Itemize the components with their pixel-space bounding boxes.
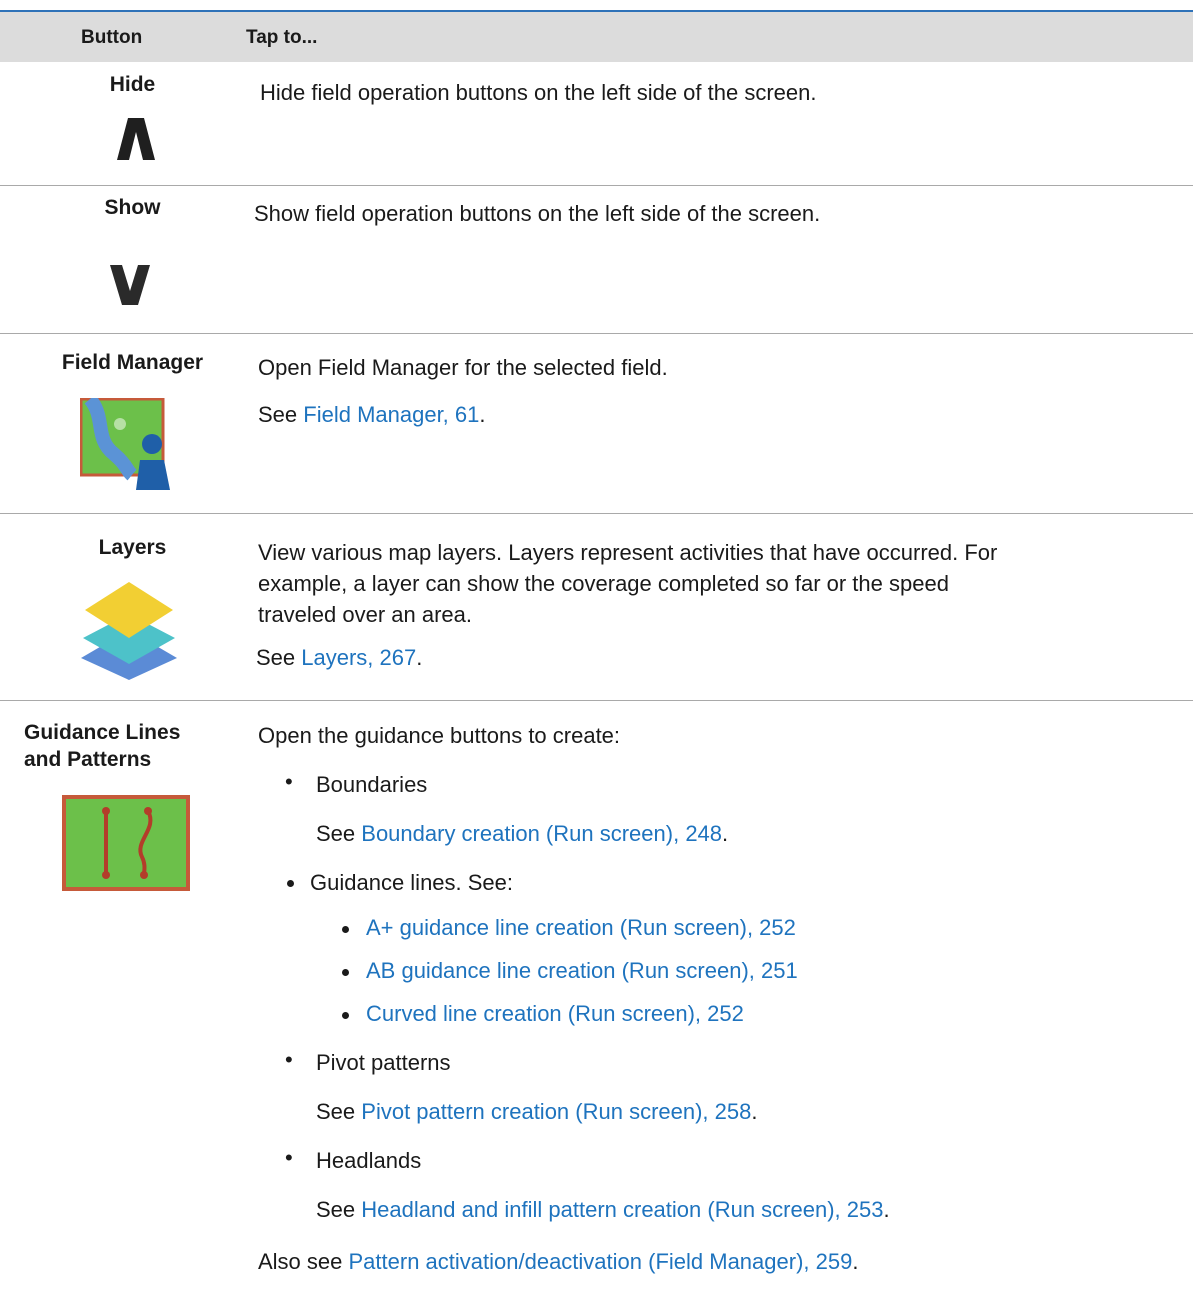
see-prefix: See xyxy=(256,645,302,670)
see-suffix: . xyxy=(852,1249,859,1274)
layers-desc-line3: traveled over an area. xyxy=(258,602,473,627)
see-suffix: . xyxy=(479,402,486,427)
also-see: Also see Pattern activation/deactivation… xyxy=(258,1247,858,1276)
boundaries-see: See Boundary creation (Run screen), 248. xyxy=(316,819,728,848)
see-prefix: See xyxy=(316,1197,362,1222)
see-suffix: . xyxy=(751,1099,758,1124)
see-suffix: . xyxy=(722,821,729,846)
ab-guidance-link[interactable]: AB guidance line creation (Run screen), … xyxy=(366,956,798,985)
curved-line-link[interactable]: Curved line creation (Run screen), 252 xyxy=(366,999,744,1028)
see-prefix: See xyxy=(316,821,362,846)
also-see-prefix: Also see xyxy=(258,1249,349,1274)
layers-label: Layers xyxy=(98,536,167,559)
header-tap-to: Tap to... xyxy=(246,27,318,48)
bullet-headlands-marker: • xyxy=(285,1145,293,1170)
headland-pattern-link[interactable]: Headland and infill pattern creation (Ru… xyxy=(361,1197,883,1222)
pivot-see: See Pivot pattern creation (Run screen),… xyxy=(316,1097,757,1126)
headlands-see: See Headland and infill pattern creation… xyxy=(316,1195,890,1224)
table-header: Button Tap to... xyxy=(0,12,1193,62)
bullet-dot xyxy=(342,926,349,933)
bullet-dot xyxy=(342,1012,349,1019)
divider xyxy=(0,185,1193,186)
bullet-pivot: Pivot patterns xyxy=(316,1050,451,1075)
divider xyxy=(0,513,1193,514)
bullet-boundaries-marker: • xyxy=(285,769,293,794)
guidance-intro: Open the guidance buttons to create: xyxy=(258,723,621,748)
field-manager-label: Field Manager xyxy=(61,351,204,374)
show-description: Show field operation buttons on the left… xyxy=(254,201,821,226)
see-prefix: See xyxy=(258,402,304,427)
field-manager-see: See Field Manager, 61. xyxy=(258,400,486,429)
layers-link[interactable]: Layers, 267 xyxy=(301,645,416,670)
header-button: Button xyxy=(81,27,143,48)
see-suffix: . xyxy=(883,1197,890,1222)
divider xyxy=(0,700,1193,701)
layers-desc-line1: View various map layers. Layers represen… xyxy=(258,540,998,565)
see-suffix: . xyxy=(416,645,423,670)
hide-label: Hide xyxy=(109,73,156,96)
bullet-boundaries: Boundaries xyxy=(316,772,428,797)
bullet-guidance-lines: Guidance lines. See: xyxy=(310,870,514,895)
guidance-label-line1: Guidance Lines xyxy=(24,721,181,744)
show-label: Show xyxy=(104,196,161,219)
field-manager-icon[interactable] xyxy=(80,398,176,490)
chevron-up-icon[interactable] xyxy=(117,118,155,160)
field-manager-link[interactable]: Field Manager, 61 xyxy=(303,402,479,427)
layers-desc-line2: example, a layer can show the coverage c… xyxy=(258,571,949,596)
layers-icon[interactable] xyxy=(81,582,177,680)
bullet-pivot-marker: • xyxy=(285,1047,293,1072)
field-manager-description: Open Field Manager for the selected fiel… xyxy=(258,355,668,380)
divider xyxy=(0,333,1193,334)
layers-see: See Layers, 267. xyxy=(256,643,422,672)
see-prefix: See xyxy=(316,1099,362,1124)
bullet-headlands: Headlands xyxy=(316,1148,422,1173)
hide-description: Hide field operation buttons on the left… xyxy=(260,80,817,105)
bullet-dot xyxy=(342,969,349,976)
pivot-pattern-link[interactable]: Pivot pattern creation (Run screen), 258 xyxy=(361,1099,751,1124)
a-plus-guidance-link[interactable]: A+ guidance line creation (Run screen), … xyxy=(366,913,796,942)
bullet-dot xyxy=(287,880,294,887)
boundary-creation-link[interactable]: Boundary creation (Run screen), 248 xyxy=(361,821,722,846)
pattern-activation-link[interactable]: Pattern activation/deactivation (Field M… xyxy=(349,1249,853,1274)
guidance-label-line2: and Patterns xyxy=(24,748,152,771)
guidance-lines-icon[interactable] xyxy=(62,795,190,891)
chevron-down-icon[interactable] xyxy=(110,265,150,305)
